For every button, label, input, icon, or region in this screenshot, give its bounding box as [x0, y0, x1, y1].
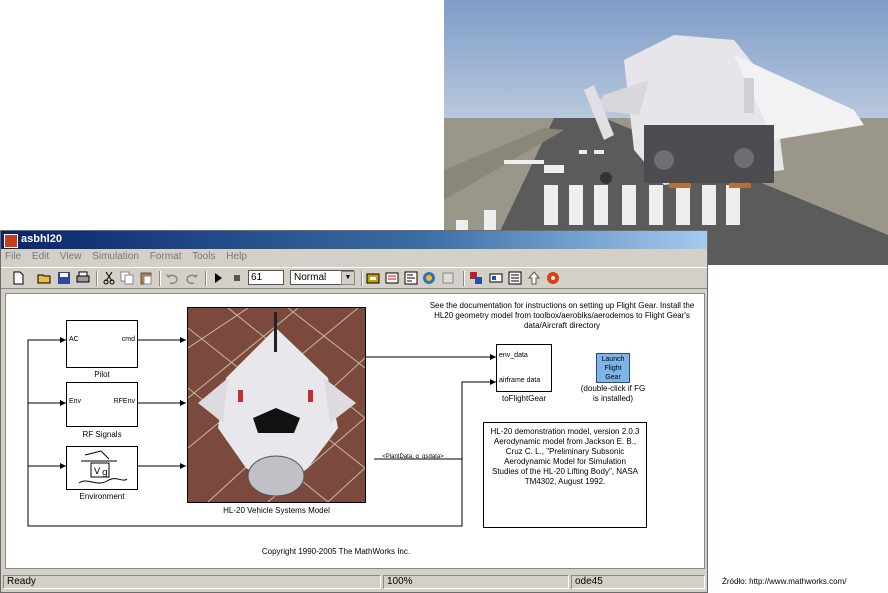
pilot-block[interactable]: AC cmd — [66, 320, 138, 368]
cut-icon[interactable] — [102, 271, 116, 285]
window-title: asbhl20 — [21, 233, 62, 245]
to-flightgear-block[interactable]: env_data airframe data — [496, 344, 552, 392]
menu-bar: File Edit View Simulation Format Tools H… — [1, 249, 707, 266]
launch-caption: (double-click if FG is installed) — [580, 384, 646, 403]
model-info-box: HL-20 demonstration model, version 2.0.3… — [483, 422, 647, 528]
env-data-port: env_data — [499, 352, 528, 359]
flightgear-render-image — [444, 0, 888, 265]
flightgear-instructions: See the documentation for instructions o… — [429, 301, 695, 330]
rf-signals-in-port: Env — [69, 398, 82, 405]
copy-icon[interactable] — [120, 271, 134, 285]
copyright-text: Copyright 1990-2005 The MathWorks Inc. — [261, 547, 411, 556]
status-bar: Ready 100% ode45 — [1, 574, 707, 592]
zoom-level: 100% — [383, 575, 569, 589]
redo-icon[interactable] — [185, 271, 199, 285]
svg-text:g: g — [102, 468, 108, 478]
print-icon[interactable] — [76, 271, 90, 285]
launch-flightgear-button[interactable]: Launch Flight Gear — [596, 353, 630, 383]
menu-file[interactable]: File — [1, 249, 25, 262]
list-icon[interactable] — [508, 271, 522, 285]
chevron-down-icon[interactable]: ▼ — [341, 271, 355, 285]
toolbar: 61 Normal ▼ — [1, 267, 707, 289]
menu-edit[interactable]: Edit — [28, 249, 53, 262]
stop-time-input[interactable]: 61 — [248, 270, 284, 285]
rf-signals-label: RF Signals — [82, 430, 122, 439]
pilot-in-port: AC — [69, 336, 79, 343]
explorer-icon[interactable] — [469, 271, 483, 285]
solver-name: ode45 — [571, 575, 705, 589]
stop-simulation-icon[interactable] — [230, 271, 244, 285]
hl20-vehicle-block[interactable] — [187, 307, 366, 503]
status-text: Ready — [3, 575, 381, 589]
rf-signals-out-port: RFEnv — [113, 398, 135, 405]
menu-format[interactable]: Format — [146, 249, 186, 262]
block-diagram-icon[interactable] — [489, 271, 503, 285]
title-bar[interactable]: asbhl20 — [1, 231, 707, 249]
build-icon[interactable] — [366, 271, 380, 285]
pilot-label: Pilot — [94, 370, 110, 379]
debugger-icon[interactable] — [441, 271, 455, 285]
menu-view[interactable]: View — [56, 249, 86, 262]
model-explorer-icon[interactable] — [404, 271, 418, 285]
hl20-vehicle-image — [188, 308, 365, 502]
plant-data-signal-label: <PlantData, g_gsdata> — [382, 454, 444, 460]
undo-icon[interactable] — [165, 271, 179, 285]
menu-tools[interactable]: Tools — [188, 249, 219, 262]
hl20-vehicle-label: HL-20 Vehicle Systems Model — [223, 506, 330, 515]
environment-icon: V g — [78, 450, 128, 484]
airframe-data-port: airframe data — [499, 377, 541, 384]
environment-block[interactable]: V g — [66, 446, 138, 490]
simulink-window: asbhl20 File Edit View Simulation Format… — [0, 230, 708, 593]
menu-simulation[interactable]: Simulation — [88, 249, 143, 262]
svg-text:V: V — [94, 467, 101, 477]
model-canvas[interactable]: AC cmd Pilot Env RFEnv RF Signals V g En… — [5, 293, 705, 569]
model-info-text: HL-20 demonstration model, version 2.0.3… — [490, 427, 640, 486]
source-caption: Źródło: http://www.mathworks.com/ — [722, 577, 847, 586]
environment-label: Environment — [79, 492, 125, 501]
simulink-app-icon — [4, 234, 18, 248]
paste-icon[interactable] — [139, 271, 153, 285]
open-folder-icon[interactable] — [37, 271, 51, 285]
settings-icon[interactable] — [546, 271, 560, 285]
menu-help[interactable]: Help — [222, 249, 251, 262]
to-flightgear-label: toFlightGear — [501, 394, 547, 403]
new-model-icon[interactable] — [11, 271, 25, 285]
go-to-parent-icon[interactable] — [527, 271, 541, 285]
pilot-out-port: cmd — [121, 336, 135, 343]
library-browser-icon[interactable] — [422, 271, 436, 285]
rf-signals-block[interactable]: Env RFEnv — [66, 382, 138, 427]
start-simulation-icon[interactable] — [211, 271, 225, 285]
update-diagram-icon[interactable] — [385, 271, 399, 285]
save-icon[interactable] — [57, 271, 71, 285]
